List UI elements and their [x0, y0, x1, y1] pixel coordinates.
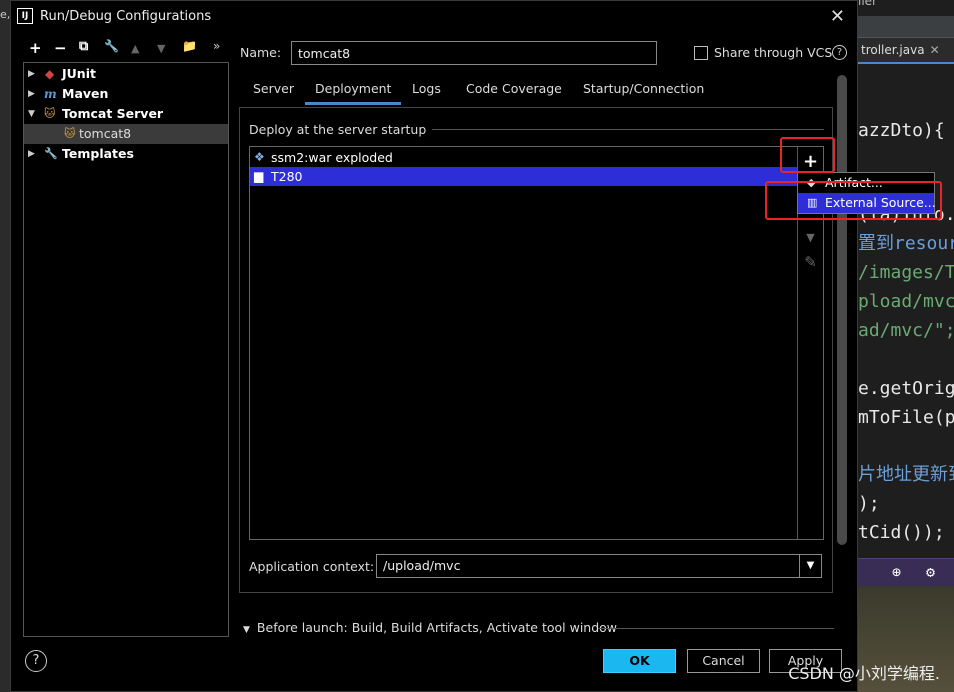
share-vcs-label: Share through VCS: [714, 45, 833, 60]
pencil-icon[interactable]: ✎: [798, 253, 823, 271]
copy-icon[interactable]: ⧉: [79, 39, 88, 54]
tree-item-junit[interactable]: ▶ ◆ JUnit: [24, 64, 228, 84]
name-field[interactable]: [291, 41, 657, 65]
before-launch-label: Before launch: Build, Build Artifacts, A…: [256, 620, 618, 635]
code-line: e.getOrig: [858, 378, 954, 399]
divider: [598, 628, 834, 629]
code-line: ad/mvc/";: [858, 320, 954, 341]
artifact-list: ❖ ssm2:war exploded ▆ T280 + ▼ ✎: [249, 146, 824, 540]
ok-button[interactable]: OK: [603, 649, 676, 673]
tree-item-label: Templates: [62, 146, 134, 161]
chevron-down-icon[interactable]: ▼: [799, 555, 821, 577]
list-item[interactable]: ▆ T280: [250, 167, 798, 186]
arrow-up-icon[interactable]: ▲: [131, 42, 139, 55]
app-context-label: Application context:: [249, 559, 375, 574]
tree-item-label: JUnit: [62, 66, 96, 81]
more-icon[interactable]: »: [213, 39, 220, 53]
code-line: );: [858, 493, 880, 514]
app-context-select[interactable]: /upload/mvc ▼: [376, 554, 822, 578]
tree-item-label: tomcat8: [79, 126, 132, 141]
name-label: Name:: [240, 45, 282, 60]
deploy-legend: Deploy at the server startup: [249, 122, 433, 137]
config-tree: ▶ ◆ JUnit ▶ m Maven ▼ 🐱 Tomcat Server 🐱 …: [23, 62, 229, 637]
background-code-editor: ller troller.java ✕ azzDto){(la)Info. 置到re…: [858, 0, 954, 692]
tab-code-coverage[interactable]: Code Coverage: [466, 77, 562, 105]
new-folder-icon[interactable]: 📁: [182, 39, 197, 53]
tree-item-templates[interactable]: ▶ 🔧 Templates: [24, 144, 228, 164]
chevron-down-icon[interactable]: ▼: [243, 625, 250, 635]
background-window-edge: e,: [0, 0, 10, 692]
code-line: 置到resour: [858, 233, 954, 254]
vertical-scrollbar[interactable]: [837, 75, 847, 545]
code-line: pload/mvc: [858, 291, 954, 312]
help-icon[interactable]: ?: [832, 45, 847, 60]
folder-icon: ▆: [254, 169, 264, 183]
background-text-fragment: e,: [0, 8, 11, 21]
help-icon[interactable]: ?: [25, 650, 47, 672]
arrow-down-icon[interactable]: ▼: [798, 231, 823, 244]
wrench-icon[interactable]: 🔧: [104, 39, 119, 53]
editor-title-fragment: ller: [858, 0, 877, 8]
annotation-highlight: [765, 181, 942, 220]
list-item[interactable]: ❖ ssm2:war exploded: [250, 148, 798, 167]
tomcat-icon: 🐱: [64, 127, 76, 140]
code-line: tCid());: [858, 522, 945, 543]
watermark: CSDN @小刘学编程.: [788, 664, 940, 683]
tomcat-icon: 🐱: [44, 107, 56, 120]
tree-item-maven[interactable]: ▶ m Maven: [24, 84, 228, 104]
add-icon[interactable]: +: [29, 39, 42, 57]
close-icon[interactable]: ✕: [930, 43, 940, 57]
junit-icon: ◆: [45, 67, 55, 81]
arrow-down-icon[interactable]: ▼: [157, 42, 165, 55]
close-icon[interactable]: ✕: [830, 6, 845, 27]
expand-arrow-icon[interactable]: ▶: [28, 84, 35, 104]
tab-deployment[interactable]: Deployment: [305, 77, 402, 105]
expand-arrow-icon[interactable]: ▶: [28, 64, 35, 84]
annotation-highlight: [780, 137, 835, 173]
tab-logs[interactable]: Logs: [412, 77, 441, 105]
collapse-arrow-icon[interactable]: ▼: [28, 104, 35, 124]
code-line: mToFile(p: [858, 407, 954, 428]
code-line: azzDto){: [858, 120, 945, 141]
gear-icon[interactable]: ⚙: [926, 563, 935, 581]
editor-tab-label: troller.java: [861, 43, 925, 57]
run-debug-dialog: IJ Run/Debug Configurations ✕ + − ⧉ 🔧 ▲ …: [10, 0, 858, 692]
tree-item-label: Maven: [62, 86, 109, 101]
tab-server[interactable]: Server: [253, 77, 294, 105]
intellij-icon: IJ: [17, 8, 33, 24]
divider: [420, 129, 824, 130]
deployment-panel: Deploy at the server startup ❖ ssm2:war …: [239, 107, 833, 593]
maven-icon: m: [44, 87, 57, 101]
tree-item-tomcat8[interactable]: 🐱 tomcat8: [24, 124, 228, 144]
share-vcs-checkbox[interactable]: [694, 46, 708, 60]
editor-status-bar: ⊕ ⚙: [858, 558, 954, 586]
artifact-label: T280: [271, 169, 303, 184]
editor-tab[interactable]: troller.java ✕: [858, 38, 954, 64]
remove-icon[interactable]: −: [54, 39, 67, 57]
code-line: 片地址更新到: [858, 464, 954, 485]
app-context-value: /upload/mvc: [383, 558, 461, 573]
before-launch-toggle[interactable]: ▼ Before launch: Build, Build Artifacts, …: [243, 620, 617, 635]
dialog-title: Run/Debug Configurations: [40, 9, 212, 24]
tree-item-label: Tomcat Server: [62, 106, 164, 121]
wrench-icon: 🔧: [44, 147, 58, 160]
artifact-label: ssm2:war exploded: [271, 150, 393, 165]
tree-item-tomcat-server[interactable]: ▼ 🐱 Tomcat Server: [24, 104, 228, 124]
dialog-titlebar[interactable]: IJ Run/Debug Configurations ✕: [11, 1, 857, 33]
artifact-icon: ❖: [254, 150, 265, 164]
target-icon[interactable]: ⊕: [892, 563, 901, 581]
cancel-button[interactable]: Cancel: [687, 649, 760, 673]
tab-startup-connection[interactable]: Startup/Connection: [583, 77, 704, 105]
expand-arrow-icon[interactable]: ▶: [28, 144, 35, 164]
editor-toolbar: [858, 16, 954, 38]
code-line: /images/T: [858, 262, 954, 283]
